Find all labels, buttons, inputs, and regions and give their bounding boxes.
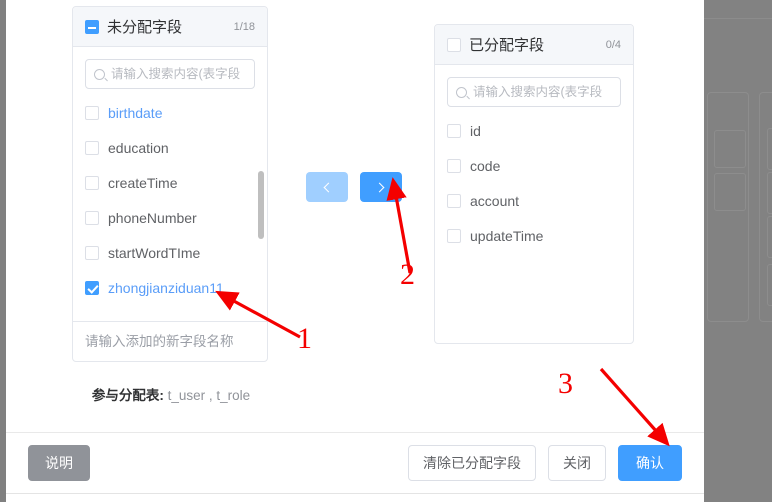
unassigned-panel-count: 1/18 — [233, 20, 255, 33]
assigned-field-list[interactable]: id code account updateTime — [435, 113, 633, 343]
assigned-panel-count: 0/4 — [605, 38, 621, 51]
list-item[interactable]: education — [73, 130, 267, 165]
background-card-item — [767, 128, 772, 170]
background-divider — [704, 18, 772, 19]
new-field-name-input[interactable] — [85, 334, 255, 349]
list-item[interactable]: startWordTIme — [73, 235, 267, 270]
field-label: id — [470, 122, 481, 139]
move-to-left-button[interactable] — [306, 172, 348, 202]
search-icon — [94, 68, 105, 80]
field-checkbox[interactable] — [85, 175, 99, 190]
participating-tables: 参与分配表: t_user , t_role — [6, 384, 336, 404]
unassigned-select-all-checkbox[interactable] — [85, 19, 99, 34]
field-label: updateTime — [470, 227, 544, 244]
field-assignment-dialog: 未分配字段 1/18 birthdate — [6, 0, 704, 494]
move-to-right-button[interactable] — [360, 172, 402, 202]
add-field-footer — [73, 321, 267, 361]
dialog-body: 未分配字段 1/18 birthdate — [6, 0, 704, 433]
assigned-panel-title: 已分配字段 — [469, 37, 545, 54]
list-scrollbar-thumb[interactable] — [258, 171, 264, 239]
assigned-fields-panel: 已分配字段 0/4 id code — [434, 24, 634, 344]
footer-actions: 清除已分配字段 关闭 确认 — [408, 445, 682, 481]
field-label: education — [108, 139, 169, 156]
list-item[interactable]: id — [435, 113, 633, 148]
field-checkbox[interactable] — [447, 193, 461, 208]
unassigned-search-area — [73, 47, 267, 95]
field-label: startWordTIme — [108, 244, 201, 261]
transfer-buttons — [306, 172, 402, 202]
field-checkbox[interactable] — [85, 245, 99, 260]
annotation-label-1: 1 — [297, 322, 312, 355]
field-checkbox[interactable] — [85, 210, 99, 225]
screen: 未分配字段 1/18 birthdate — [0, 0, 772, 502]
field-label: account — [470, 192, 520, 209]
field-checkbox[interactable] — [447, 228, 461, 243]
unassigned-field-list[interactable]: birthdate education createTime phoneNumb… — [73, 95, 267, 319]
list-item[interactable]: createTime — [73, 165, 267, 200]
unassigned-fields-panel: 未分配字段 1/18 birthdate — [72, 6, 268, 362]
assigned-search-box[interactable] — [447, 77, 621, 107]
unassigned-panel-header: 未分配字段 1/18 — [73, 7, 267, 47]
field-checkbox[interactable] — [85, 140, 99, 155]
field-checkbox[interactable] — [447, 123, 461, 138]
field-checkbox[interactable] — [85, 105, 99, 120]
list-item[interactable]: birthdate — [73, 95, 267, 130]
field-label: code — [470, 157, 501, 174]
background-card-item — [714, 173, 746, 211]
list-item[interactable]: updateTime — [435, 218, 633, 253]
field-checkbox[interactable] — [85, 280, 99, 295]
background-card-item — [767, 216, 772, 258]
unassigned-panel-title: 未分配字段 — [107, 19, 183, 36]
assigned-select-all-checkbox[interactable] — [447, 37, 461, 52]
list-item[interactable]: zhongjianziduan11 — [73, 270, 267, 305]
annotation-label-3: 3 — [558, 367, 573, 400]
assigned-search-input[interactable] — [473, 85, 612, 99]
close-button[interactable]: 关闭 — [548, 445, 606, 481]
chevron-left-icon — [323, 182, 334, 192]
chevron-right-icon — [374, 182, 385, 192]
list-item[interactable]: code — [435, 148, 633, 183]
list-item[interactable]: account — [435, 183, 633, 218]
clear-assigned-fields-button[interactable]: 清除已分配字段 — [408, 445, 536, 481]
background-card-item — [767, 172, 772, 214]
background-card-item — [767, 264, 772, 306]
participating-tables-label: 参与分配表: — [91, 388, 164, 403]
field-label: phoneNumber — [108, 209, 197, 226]
field-label: birthdate — [108, 104, 163, 121]
confirm-button[interactable]: 确认 — [618, 445, 682, 481]
background-card-item — [714, 130, 746, 168]
participating-tables-value: t_user , t_role — [167, 388, 251, 403]
assigned-panel-header: 已分配字段 0/4 — [435, 25, 633, 65]
field-label: createTime — [108, 174, 178, 191]
unassigned-search-input[interactable] — [111, 67, 246, 81]
help-button[interactable]: 说明 — [28, 445, 90, 481]
page-right-overlay — [704, 0, 772, 502]
dialog-footer: 说明 清除已分配字段 关闭 确认 — [6, 432, 704, 493]
search-icon — [456, 86, 467, 98]
field-checkbox[interactable] — [447, 158, 461, 173]
list-item[interactable]: phoneNumber — [73, 200, 267, 235]
annotation-label-2: 2 — [400, 258, 415, 291]
unassigned-search-box[interactable] — [85, 59, 255, 89]
assigned-search-area — [435, 65, 633, 113]
field-label: zhongjianziduan11 — [108, 279, 224, 296]
